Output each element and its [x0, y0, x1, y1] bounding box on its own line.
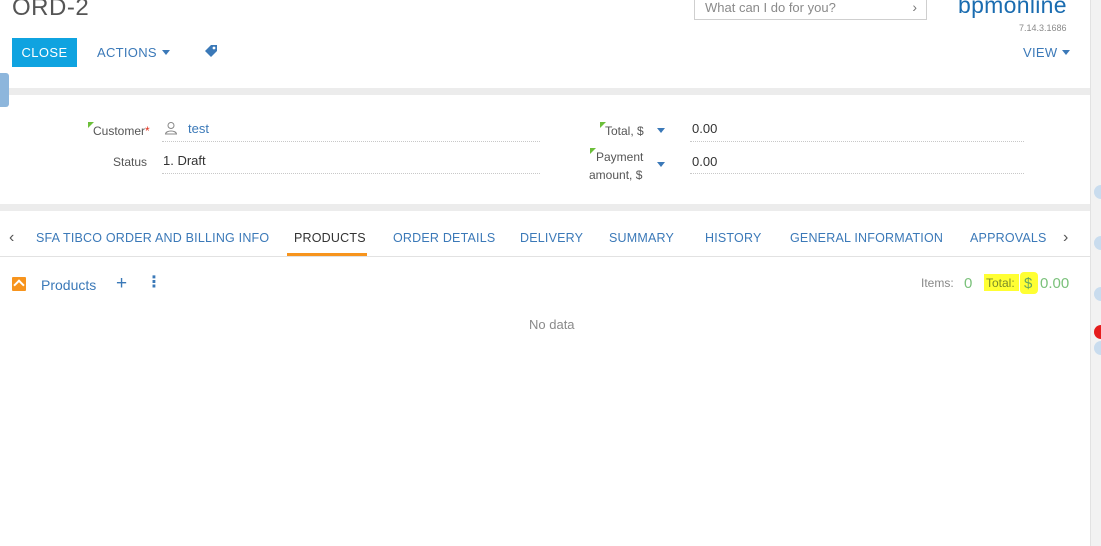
fields-separator — [0, 204, 1090, 211]
tab-products[interactable]: PRODUCTS — [294, 231, 366, 245]
tab-history[interactable]: HISTORY — [705, 231, 762, 245]
items-label: Items: — [921, 276, 954, 290]
payment-field-underline — [690, 173, 1024, 174]
edge-indicator[interactable] — [1094, 236, 1101, 250]
total-field-underline — [690, 141, 1024, 142]
total-field[interactable]: 0.00 — [692, 121, 717, 136]
edge-indicator[interactable] — [1094, 287, 1101, 301]
edge-indicator[interactable] — [1094, 341, 1101, 355]
total-value: 0.00 — [1040, 275, 1070, 292]
notification-dot[interactable] — [1094, 325, 1101, 339]
tab-order-details[interactable]: ORDER DETAILS — [393, 231, 495, 245]
status-field[interactable]: 1. Draft — [163, 153, 206, 168]
customer-label: Customer* — [93, 124, 150, 138]
status-label: Status — [113, 155, 148, 169]
caret-down-icon[interactable] — [657, 162, 665, 167]
items-count: 0 — [964, 275, 973, 292]
actions-label: ACTIONS — [97, 45, 157, 60]
page-header: ORD-2 › bpmonline 7.14.3.1686 CLOSE ACTI… — [0, 0, 1090, 88]
chevron-left-icon[interactable]: ‹ — [9, 229, 14, 247]
tab-summary[interactable]: SUMMARY — [609, 231, 674, 245]
command-search-input[interactable] — [695, 0, 895, 19]
collapse-icon[interactable] — [12, 277, 26, 291]
page-title: ORD-2 — [12, 0, 90, 21]
sidebar-toggle[interactable] — [0, 73, 9, 107]
customer-field-underline — [162, 141, 540, 142]
customer-link[interactable]: test — [188, 121, 209, 136]
right-panel-edge — [1090, 0, 1101, 546]
total-currency: $ — [1024, 275, 1033, 292]
chevron-right-icon[interactable]: › — [1063, 229, 1068, 247]
tag-icon[interactable] — [204, 44, 218, 58]
products-title: Products — [41, 277, 97, 293]
header-separator — [0, 88, 1090, 95]
payment-amount-field[interactable]: 0.00 — [692, 154, 717, 169]
caret-down-icon[interactable] — [657, 128, 665, 133]
tabs-divider — [0, 256, 1090, 257]
payment-label-line2: amount, $ — [589, 168, 643, 182]
bpmonline-logo: bpmonline — [958, 0, 1067, 18]
more-options-icon[interactable]: ⋮ — [146, 275, 162, 291]
total-label: Total: — [986, 276, 1015, 290]
view-label: VIEW — [1023, 45, 1058, 60]
chevron-right-icon[interactable]: › — [912, 0, 917, 15]
total-label: Total, $ — [605, 124, 644, 138]
tab-general-information[interactable]: GENERAL INFORMATION — [790, 231, 943, 245]
actions-button[interactable]: ACTIONS — [97, 45, 170, 60]
close-button[interactable]: CLOSE — [12, 38, 77, 67]
customer-label-text: Customer — [93, 124, 146, 138]
empty-state-text: No data — [529, 317, 575, 332]
required-star: * — [145, 124, 150, 138]
user-icon — [164, 122, 178, 135]
tab-sfa-tibco[interactable]: SFA TIBCO ORDER AND BILLING INFO — [36, 231, 269, 245]
command-search[interactable]: › — [694, 0, 927, 20]
tab-approvals[interactable]: APPROVALS — [970, 231, 1047, 245]
version-label: 7.14.3.1686 — [1019, 23, 1067, 33]
caret-down-icon — [1062, 50, 1071, 56]
status-field-underline — [162, 173, 540, 174]
edge-indicator[interactable] — [1094, 185, 1101, 199]
payment-label-line1: Payment — [596, 150, 644, 164]
view-button[interactable]: VIEW — [1023, 45, 1071, 60]
caret-down-icon — [161, 50, 170, 56]
add-product-icon[interactable]: + — [116, 273, 127, 295]
tab-delivery[interactable]: DELIVERY — [520, 231, 583, 245]
